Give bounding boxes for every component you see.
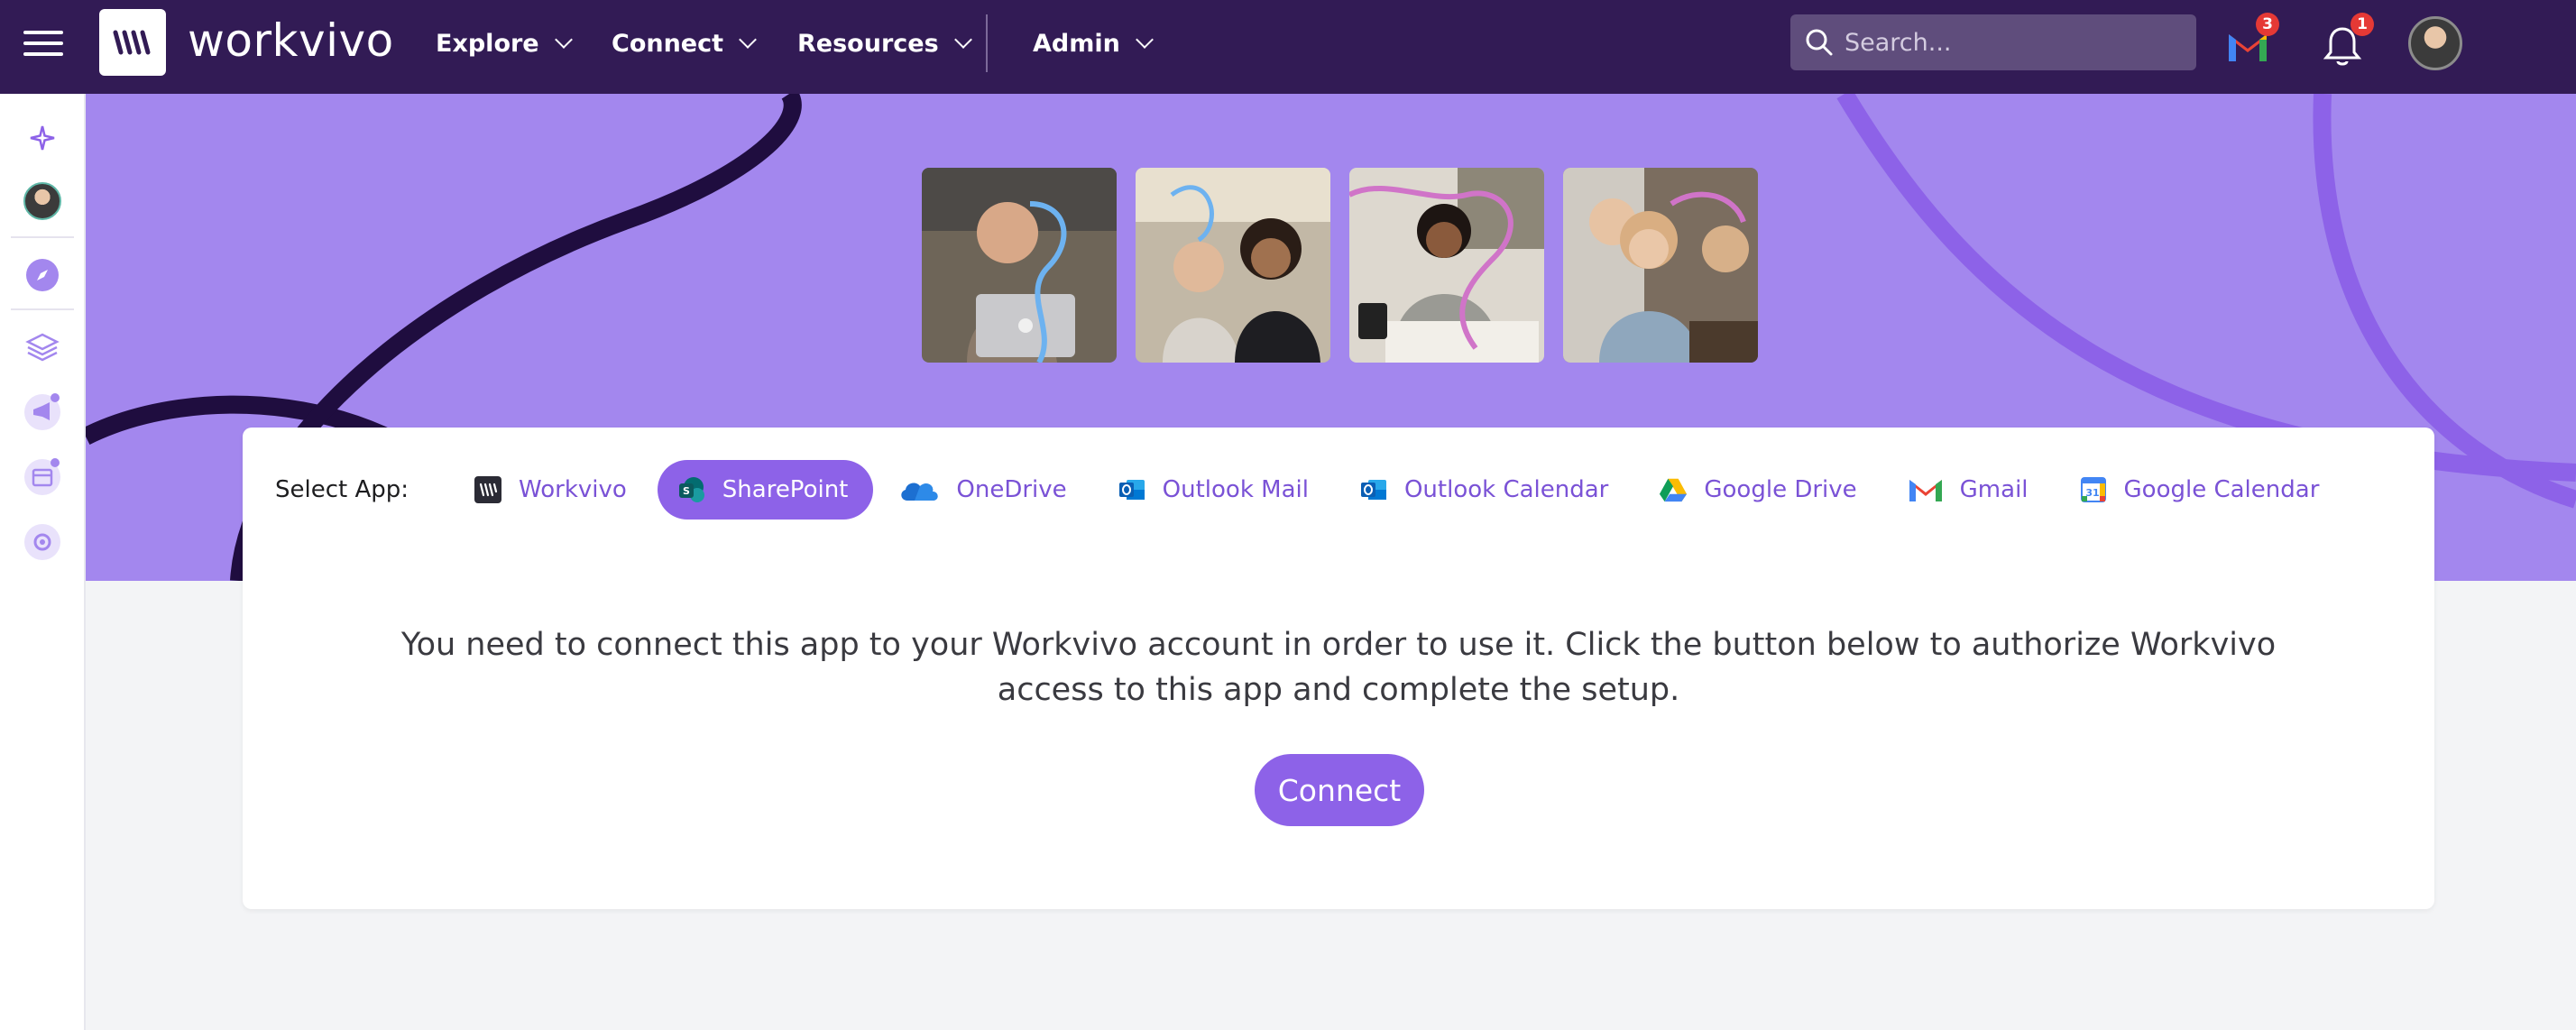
app-tab-workvivo[interactable]: Workvivo <box>454 460 652 520</box>
nav-divider <box>986 14 988 72</box>
nav-resources[interactable]: Resources <box>797 0 972 87</box>
chevron-down-icon <box>1135 31 1154 49</box>
connect-button[interactable]: Connect <box>1255 754 1424 826</box>
team-photo <box>1349 168 1544 363</box>
search-icon <box>1806 29 1833 56</box>
left-rail <box>0 94 86 1030</box>
app-tab-label: Gmail <box>1959 476 2029 503</box>
sharepoint-icon: S <box>677 475 706 504</box>
google-calendar-icon: 31 <box>2079 475 2108 504</box>
workvivo-logo[interactable] <box>99 9 166 76</box>
notifications-button[interactable]: 1 <box>2318 13 2374 72</box>
app-tab-label: Google Calendar <box>2123 476 2320 503</box>
app-tab-label: Google Drive <box>1704 476 1857 503</box>
app-selector: Select App: Workvivo S SharePoint OneDri… <box>275 460 2350 520</box>
notifications-badge: 1 <box>2351 13 2374 36</box>
chevron-down-icon <box>739 31 757 49</box>
team-photo <box>1563 168 1758 363</box>
app-tab-onedrive[interactable]: OneDrive <box>879 460 1091 520</box>
app-connect-card: Select App: Workvivo S SharePoint OneDri… <box>243 428 2434 909</box>
gmail-icon <box>1908 475 1944 504</box>
app-tab-label: Workvivo <box>519 476 627 503</box>
app-tab-sharepoint[interactable]: S SharePoint <box>657 460 874 520</box>
nav-resources-label: Resources <box>797 29 939 58</box>
nav-explore-label: Explore <box>436 29 539 58</box>
chevron-down-icon <box>953 31 972 49</box>
nav-explore[interactable]: Explore <box>436 0 573 87</box>
menu-icon[interactable] <box>23 23 65 65</box>
outlook-calendar-icon <box>1359 475 1388 504</box>
nav-connect[interactable]: Connect <box>612 0 757 87</box>
rail-divider <box>11 236 74 238</box>
app-tab-label: Outlook Calendar <box>1403 476 1609 503</box>
team-photo <box>922 168 1117 363</box>
user-avatar[interactable] <box>2408 16 2462 70</box>
workvivo-icon <box>474 475 502 504</box>
chevron-down-icon <box>554 31 573 49</box>
google-drive-icon <box>1659 475 1688 504</box>
settings-cog-icon[interactable] <box>20 520 65 565</box>
compass-icon[interactable] <box>20 253 65 298</box>
svg-text:S: S <box>683 485 690 497</box>
avatar[interactable] <box>20 179 65 224</box>
app-tab-outlook-mail[interactable]: Outlook Mail <box>1098 460 1334 520</box>
nav-connect-label: Connect <box>612 29 724 58</box>
search-box[interactable] <box>1790 14 2196 70</box>
megaphone-icon[interactable] <box>20 390 65 435</box>
app-tab-google-calendar[interactable]: 31 Google Calendar <box>2059 460 2345 520</box>
calendar-icon[interactable] <box>20 455 65 500</box>
connect-message: You need to connect this app to your Wor… <box>400 627 2277 708</box>
outlook-mail-icon <box>1118 475 1146 504</box>
nav-admin-label: Admin <box>1033 29 1120 58</box>
rail-divider <box>11 308 74 310</box>
svg-text:31: 31 <box>2085 487 2099 499</box>
team-photo <box>1136 168 1330 363</box>
app-tab-outlook-calendar[interactable]: Outlook Calendar <box>1339 460 1633 520</box>
onedrive-icon <box>898 475 940 504</box>
select-app-label: Select App: <box>275 476 409 503</box>
app-tab-label: OneDrive <box>956 476 1067 503</box>
app-tab-google-drive[interactable]: Google Drive <box>1639 460 1881 520</box>
nav-admin[interactable]: Admin <box>1033 0 1154 87</box>
app-tab-label: Outlook Mail <box>1162 476 1309 503</box>
layers-icon[interactable] <box>20 325 65 370</box>
brand-name: workvivo <box>188 14 394 67</box>
app-tab-label: SharePoint <box>722 476 849 503</box>
gmail-button[interactable]: 3 <box>2223 13 2279 72</box>
sparkle-icon[interactable] <box>20 115 65 161</box>
gmail-badge: 3 <box>2256 13 2279 36</box>
app-tab-gmail[interactable]: Gmail <box>1888 460 2054 520</box>
search-input[interactable] <box>1845 28 2169 57</box>
top-bar: workvivo Explore Connect Resources Admin… <box>0 0 2576 94</box>
